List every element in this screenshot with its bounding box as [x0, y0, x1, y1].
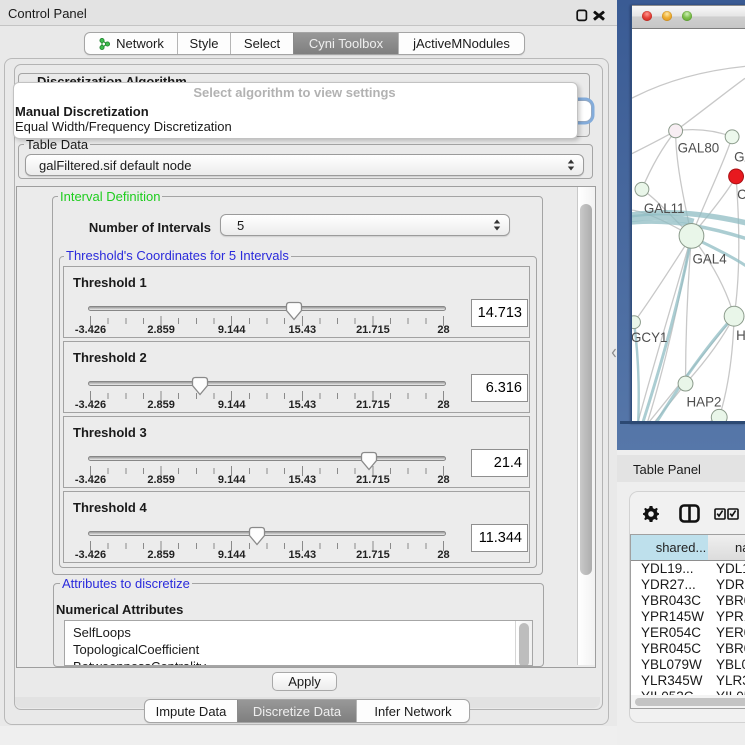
svg-text:GA: GA — [734, 150, 745, 165]
svg-text:HAP2: HAP2 — [687, 394, 722, 409]
svg-text:C: C — [737, 187, 745, 202]
svg-text:GAL4: GAL4 — [692, 252, 727, 267]
svg-text:H: H — [736, 328, 745, 343]
svg-text:GAL11: GAL11 — [644, 201, 685, 216]
svg-text:GAL80: GAL80 — [678, 141, 720, 156]
svg-text:GCY1: GCY1 — [632, 330, 667, 345]
